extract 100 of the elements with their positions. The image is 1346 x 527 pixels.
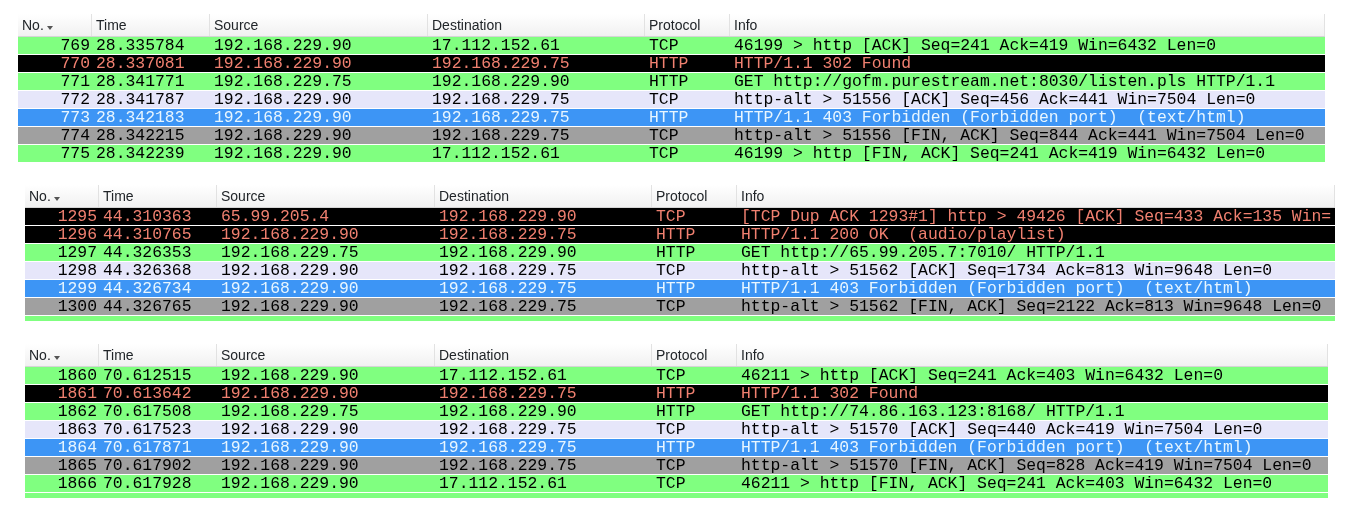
packet-number: 770	[60, 54, 90, 73]
source-address: 192.168.229.90	[221, 279, 359, 298]
destination-address: 192.168.229.75	[432, 90, 570, 109]
source-address: 192.168.229.90	[214, 54, 352, 73]
packet-info: HTTP/1.1 302 Found	[734, 54, 912, 73]
packet-info: HTTP/1.1 403 Forbidden (Forbidden port) (text/html)	[734, 108, 1246, 127]
packet-info: HTTP/1.1 403 Forbidden (Forbidden port) (text/html)	[741, 438, 1253, 457]
packet-row[interactable]: 1296 44.310765 192.168.229.90 192.168.229.75 HTTP HTTP/1.1 200 OK (audio/playlist)	[25, 226, 1335, 244]
packet-number: 775	[60, 144, 90, 163]
packet-info: http-alt > 51556 [ACK] Seq=456 Ack=441 Win=7504 Len=0	[734, 90, 1256, 109]
column-header[interactable]: Source	[217, 185, 435, 207]
packet-info: 46199 > http [ACK] Seq=241 Ack=419 Win=6432 Len=0	[734, 36, 1216, 55]
packet-number: 772	[60, 90, 90, 109]
column-header[interactable]: Destination	[435, 344, 652, 366]
packet-time: 70.613642	[103, 384, 192, 403]
packet-info: 46211 > http [FIN, ACK] Seq=241 Ack=403 Win=6432 Len=0	[741, 474, 1273, 493]
source-address: 65.99.205.4	[221, 207, 330, 226]
protocol-name: HTTP	[656, 225, 696, 244]
packet-number: 1299	[57, 279, 97, 298]
source-address: 192.168.229.90	[221, 297, 359, 316]
source-address: 192.168.229.90	[214, 90, 352, 109]
protocol-name: HTTP	[649, 54, 689, 73]
packet-number: 1860	[57, 366, 97, 385]
packet-row[interactable]: 1860 70.612515 192.168.229.90 17.112.152.61 TCP 46211 > http [ACK] Seq=241 Ack=403 Win=6432 Len=0	[25, 367, 1328, 385]
destination-address: 192.168.229.75	[439, 438, 577, 457]
protocol-name: TCP	[649, 126, 679, 145]
packet-row[interactable]	[25, 493, 1328, 499]
protocol-name: TCP	[656, 420, 686, 439]
source-address: 192.168.229.90	[221, 366, 359, 385]
packet-row[interactable]: 1861 70.613642 192.168.229.90 192.168.229.75 HTTP HTTP/1.1 302 Found	[25, 385, 1328, 403]
packet-row[interactable]: 1866 70.617928 192.168.229.90 17.112.152.61 TCP 46211 > http [FIN, ACK] Seq=241 Ack=403 Win=6432 Len=0	[25, 475, 1328, 493]
packet-row[interactable]	[25, 316, 1335, 322]
column-header[interactable]: Time	[92, 14, 210, 36]
destination-address: 192.168.229.90	[439, 402, 577, 421]
destination-address: 192.168.229.75	[432, 108, 570, 127]
column-header[interactable]: Destination	[428, 14, 645, 36]
column-header[interactable]: Destination	[435, 185, 652, 207]
packet-number: 1862	[57, 402, 97, 421]
packet-row[interactable]: 770 28.337081 192.168.229.90 192.168.229.75 HTTP HTTP/1.1 302 Found	[18, 55, 1325, 73]
packet-number: 771	[60, 72, 90, 91]
packet-info: http-alt > 51562 [ACK] Seq=1734 Ack=813 Win=9648 Len=0	[741, 261, 1273, 280]
column-header[interactable]: Protocol	[652, 344, 737, 366]
source-address: 192.168.229.90	[221, 474, 359, 493]
column-header[interactable]: Source	[217, 344, 435, 366]
source-address: 192.168.229.90	[221, 384, 359, 403]
packet-info: HTTP/1.1 302 Found	[741, 384, 919, 403]
packet-number: 769	[60, 36, 90, 55]
packet-row[interactable]: 1298 44.326368 192.168.229.90 192.168.229.75 TCP http-alt > 51562 [ACK] Seq=1734 Ack=813 Win=9648 Len=0	[25, 262, 1335, 280]
column-header[interactable]: Info	[737, 344, 1328, 366]
column-header[interactable]: Info	[737, 185, 1335, 207]
packet-number: 1298	[57, 261, 97, 280]
packet-row[interactable]: 1865 70.617902 192.168.229.90 192.168.229.75 TCP http-alt > 51570 [FIN, ACK] Seq=828 Ack=419 Win=7504 Len=0	[25, 457, 1328, 475]
packet-info: http-alt > 51562 [FIN, ACK] Seq=2122 Ack=813 Win=9648 Len=0	[741, 297, 1322, 316]
source-address: 192.168.229.75	[221, 402, 359, 421]
destination-address: 192.168.229.90	[439, 243, 577, 262]
packet-row[interactable]: 774 28.342215 192.168.229.90 192.168.229.75 TCP http-alt > 51556 [FIN, ACK] Seq=844 Ack=441 Win=7504 Len=0	[18, 127, 1325, 145]
packet-time: 28.335784	[96, 36, 185, 55]
packet-row[interactable]: 769 28.335784 192.168.229.90 17.112.152.61 TCP 46199 > http [ACK] Seq=241 Ack=419 Win=6432 Len=0	[18, 37, 1325, 55]
packet-row[interactable]: 1295 44.310363 65.99.205.4 192.168.229.90 TCP [TCP Dup ACK 1293#1] http > 49426 [ACK] Seq=433 Ack=135 Win=	[25, 208, 1335, 226]
column-header[interactable]: No.	[18, 14, 92, 36]
packet-number: 1296	[57, 225, 97, 244]
column-header[interactable]: Source	[210, 14, 428, 36]
protocol-name: HTTP	[656, 243, 696, 262]
packet-time: 28.342183	[96, 108, 185, 127]
packet-number: 1861	[57, 384, 97, 403]
column-header[interactable]: Protocol	[645, 14, 730, 36]
protocol-name: TCP	[649, 36, 679, 55]
source-address: 192.168.229.90	[214, 36, 352, 55]
packet-number: 1295	[57, 207, 97, 226]
packet-row[interactable]: 1863 70.617523 192.168.229.90 192.168.229.75 TCP http-alt > 51570 [ACK] Seq=440 Ack=419 Win=7504 Len=0	[25, 421, 1328, 439]
column-header[interactable]: Info	[730, 14, 1325, 36]
column-header[interactable]: Time	[99, 344, 217, 366]
column-header[interactable]: Time	[99, 185, 217, 207]
protocol-name: HTTP	[656, 384, 696, 403]
packet-time: 28.342239	[96, 144, 185, 163]
source-address: 192.168.229.75	[214, 72, 352, 91]
packet-time: 44.310765	[103, 225, 192, 244]
column-header[interactable]: No.	[25, 185, 99, 207]
column-header[interactable]: Protocol	[652, 185, 737, 207]
packet-row[interactable]: 1300 44.326765 192.168.229.90 192.168.229.75 TCP http-alt > 51562 [FIN, ACK] Seq=2122 Ack=813 Win=9648 Len=0	[25, 298, 1335, 316]
destination-address: 192.168.229.75	[439, 279, 577, 298]
source-address: 192.168.229.75	[221, 243, 359, 262]
packet-row[interactable]: 772 28.341787 192.168.229.90 192.168.229.75 TCP http-alt > 51556 [ACK] Seq=456 Ack=441 Win=7504 Len=0	[18, 91, 1325, 109]
packet-time: 44.310363	[103, 207, 192, 226]
packet-row[interactable]: 771 28.341771 192.168.229.75 192.168.229.90 HTTP GET http://gofm.purestream.net:8030/listen.pls HTTP/1.1	[18, 73, 1325, 91]
packet-time: 28.337081	[96, 54, 185, 73]
packet-info: HTTP/1.1 403 Forbidden (Forbidden port) (text/html)	[741, 279, 1253, 298]
protocol-name: HTTP	[656, 279, 696, 298]
packet-number: 1866	[57, 474, 97, 493]
packet-row[interactable]: 1862 70.617508 192.168.229.75 192.168.229.90 HTTP GET http://74.86.163.123:8168/ HTTP/1.1	[25, 403, 1328, 421]
packet-row[interactable]: 775 28.342239 192.168.229.90 17.112.152.61 TCP 46199 > http [FIN, ACK] Seq=241 Ack=419 Win=6432 Len=0	[18, 145, 1325, 163]
packet-info: [TCP Dup ACK 1293#1] http > 49426 [ACK] Seq=433 Ack=135 Win=	[741, 207, 1332, 226]
packet-info: GET http://gofm.purestream.net:8030/listen.pls HTTP/1.1	[734, 72, 1275, 91]
packet-row[interactable]: 1297 44.326353 192.168.229.75 192.168.229.90 HTTP GET http://65.99.205.7:7010/ HTTP/1.1	[25, 244, 1335, 262]
packet-time: 44.326765	[103, 297, 192, 316]
protocol-name: TCP	[656, 456, 686, 475]
column-header[interactable]: No.	[25, 344, 99, 366]
packet-time: 70.617902	[103, 456, 192, 475]
packet-number: 1297	[57, 243, 97, 262]
destination-address: 17.112.152.61	[439, 474, 567, 493]
